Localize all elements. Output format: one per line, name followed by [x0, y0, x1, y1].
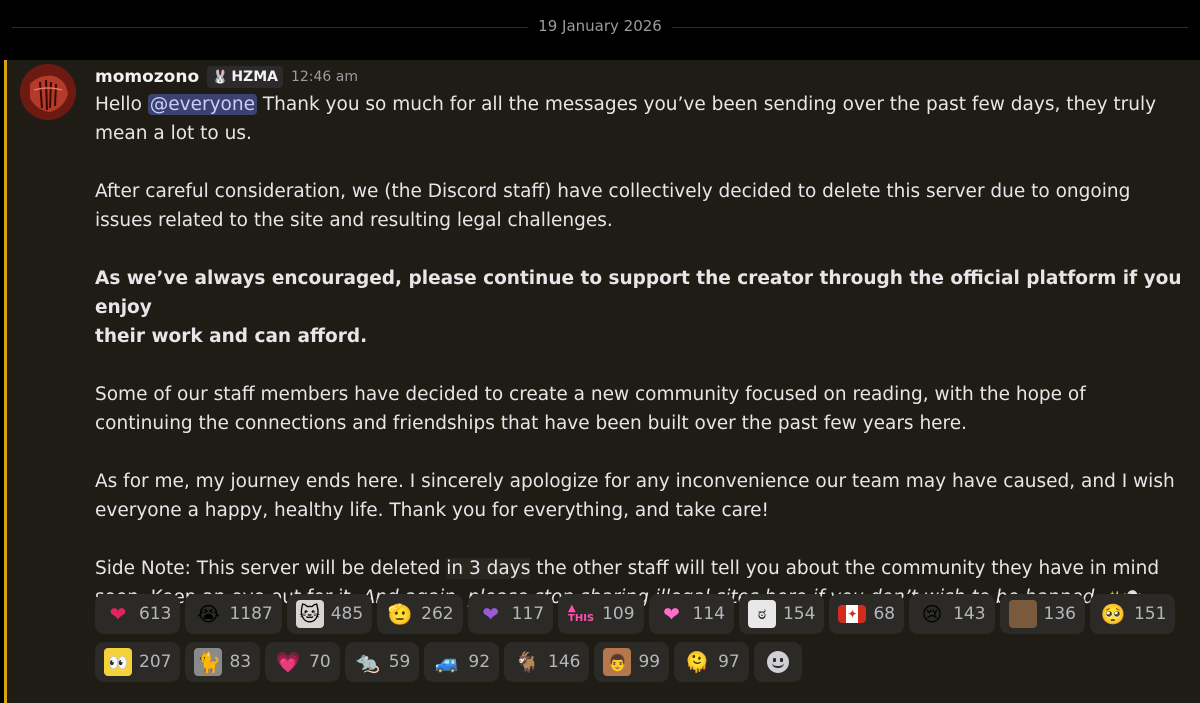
reaction-count: 92: [468, 652, 491, 672]
white-goat-icon: 🐐: [514, 650, 540, 674]
avatar[interactable]: [20, 64, 76, 120]
gray-cat-icon: 🐈: [194, 648, 223, 676]
date-divider: 19 January 2026: [12, 10, 1188, 42]
timestamp[interactable]: 12:46 am: [291, 69, 358, 85]
reaction-count: 114: [692, 604, 725, 624]
reaction-button[interactable]: 🐐 146: [504, 642, 590, 682]
loudly-crying-face-icon: 😭: [196, 602, 221, 626]
side-note-part1: Side Note: This server will be deleted: [95, 558, 447, 579]
paragraph-decision: After careful consideration, we (the Dis…: [95, 177, 1185, 235]
reaction-button[interactable]: 😭 1187: [185, 594, 282, 634]
blue-blob-icon: 🫠: [684, 650, 710, 674]
reaction-count: 485: [330, 604, 364, 624]
reaction-count: 117: [511, 604, 545, 624]
reaction-button[interactable]: ❤ 613: [95, 594, 181, 634]
red-pleading-icon: 🥺: [1100, 602, 1126, 626]
red-heart-icon: ❤: [109, 602, 127, 626]
community-line1: Some of our staff members have decided t…: [95, 384, 1086, 405]
reaction-button[interactable]: 🐀 59: [344, 642, 420, 682]
crying-blue-blob-icon: 😢: [921, 602, 943, 626]
username[interactable]: momozono: [95, 67, 199, 87]
man-portrait-icon: 👨: [603, 648, 632, 676]
reaction-count: 154: [782, 604, 816, 624]
reaction-button[interactable]: 🥺 151: [1089, 594, 1176, 634]
reaction-button[interactable]: ❤ 117: [467, 594, 554, 634]
reaction-button[interactable]: 👀 207: [95, 642, 181, 682]
white-cat-icon: 🐱: [295, 600, 324, 628]
farewell-line1: As for me, my journey ends here. I since…: [95, 471, 1175, 492]
decision-line2: issues related to the site and resulting…: [95, 210, 613, 231]
paragraph-greeting: Hello @everyone Thank you so much for al…: [95, 90, 1185, 148]
reaction-button[interactable]: 💗 70: [265, 642, 340, 682]
date-label: 19 January 2026: [528, 16, 672, 36]
rabbit-icon: 🐰: [212, 69, 229, 85]
support-line2: their work and can afford.: [95, 326, 368, 347]
smiley-icon: [766, 651, 789, 673]
greeting-line1-text: Thank you so much for all the messages y…: [256, 94, 1157, 115]
reaction-count: 68: [873, 604, 896, 624]
reaction-button[interactable]: 🫡 262: [377, 594, 463, 634]
reaction-button[interactable]: ❤ 114: [648, 594, 734, 634]
sponge-eyes-icon: 👀: [104, 648, 132, 676]
decision-line1: After careful consideration, we (the Dis…: [95, 181, 1131, 202]
reaction-count: 207: [139, 652, 172, 672]
reaction-count: 83: [229, 652, 252, 672]
reaction-count: 97: [718, 652, 740, 672]
saluting-hand-icon: 🫡: [387, 602, 413, 626]
reaction-count: 262: [421, 604, 454, 624]
rat-icon: 🐀: [355, 650, 381, 674]
reaction-row-1: ❤ 613 😭 1187 🐱 485 🫡 262 ❤ 117 ▲ THIS 109 ❤ 114 …: [95, 594, 1195, 634]
reaction-button[interactable]: ಠ 154: [738, 594, 825, 634]
reaction-count: 99: [638, 652, 661, 672]
reactions-bar: ❤ 613 😭 1187 🐱 485 🫡 262 ❤ 117 ▲ THIS 109 ❤ 114 …: [95, 594, 1195, 690]
greeting-text: Hello: [95, 94, 148, 115]
add-reaction-button[interactable]: [753, 642, 802, 682]
brown-creature-icon: [1008, 600, 1037, 628]
reaction-button[interactable]: 🐱 485: [286, 594, 373, 634]
reaction-count: 136: [1043, 604, 1076, 624]
message-content: Hello @everyone Thank you so much for al…: [95, 90, 1185, 614]
farewell-line2: everyone a happy, healthy life. Thank yo…: [95, 500, 769, 521]
reaction-button[interactable]: 🐈 83: [185, 642, 261, 682]
reaction-row-2: 👀 207 🐈 83 💗 70 🐀 59 🚙 92 🐐 146 👨 99 🫠 97: [95, 642, 1195, 682]
reaction-count: 143: [953, 604, 986, 624]
reaction-count: 70: [309, 652, 331, 672]
this-arrow-icon: ▲ THIS: [568, 603, 595, 624]
reaction-button[interactable]: 👨 99: [594, 642, 670, 682]
reaction-count: 1187: [229, 604, 273, 624]
meme-face-icon: ಠ: [747, 600, 776, 628]
reaction-count: 109: [602, 604, 635, 624]
role-tag[interactable]: 🐰 HZMA: [207, 66, 283, 88]
reaction-count: 613: [139, 604, 172, 624]
greeting-line2-text: mean a lot to us.: [95, 123, 252, 144]
community-line2: continuing the connections and friendshi…: [95, 413, 968, 434]
discord-channel-view: 19 January 2026 momozono 🐰 HZMA 12:46 am…: [0, 0, 1200, 703]
message-highlighted[interactable]: momozono 🐰 HZMA 12:46 am Hello @everyone…: [4, 60, 1200, 703]
pink-heart-icon: ❤: [663, 602, 680, 626]
reaction-button[interactable]: ▲ THIS 109: [558, 594, 644, 634]
role-tag-label: HZMA: [231, 69, 278, 85]
sparkling-heart-icon: 💗: [275, 650, 301, 674]
reaction-count: 146: [548, 652, 581, 672]
reaction-count: 151: [1133, 604, 1167, 624]
purple-heart-icon: ❤: [482, 602, 499, 626]
reaction-button[interactable]: 🚙 92: [424, 642, 500, 682]
message-header: momozono 🐰 HZMA 12:46 am: [95, 64, 358, 90]
reaction-button[interactable]: 😢 143: [909, 594, 995, 634]
reaction-button[interactable]: 🫠 97: [674, 642, 749, 682]
avatar-image: [20, 64, 76, 120]
reaction-button[interactable]: ✦ 68: [829, 594, 905, 634]
everyone-mention[interactable]: @everyone: [147, 94, 257, 115]
blue-car-icon: 🚙: [434, 650, 460, 674]
reaction-count: 59: [388, 652, 411, 672]
reaction-button[interactable]: 136: [999, 594, 1085, 634]
canada-flag-icon: ✦: [838, 605, 867, 623]
paragraph-community: Some of our staff members have decided t…: [95, 380, 1185, 438]
support-line1: As we’ve always encouraged, please conti…: [95, 268, 1182, 318]
side-note-part2: the other staff will tell you about the …: [530, 558, 1160, 579]
paragraph-support: As we’ve always encouraged, please conti…: [95, 264, 1185, 351]
side-note-highlight: in 3 days: [446, 558, 531, 579]
paragraph-farewell: As for me, my journey ends here. I since…: [95, 467, 1185, 525]
